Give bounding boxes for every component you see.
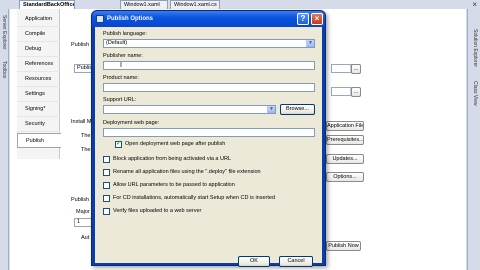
major-version-value: 1 [77, 219, 81, 225]
deployment-page-input[interactable] [103, 128, 315, 137]
cd-autostart-label: For CD installations, automatically star… [113, 195, 276, 201]
publisher-name-input[interactable] [103, 61, 315, 70]
allow-url-params-checkbox[interactable] [103, 182, 110, 189]
nav-item-application[interactable]: Application [17, 12, 60, 27]
prerequisites-button[interactable]: Prerequisites... [326, 135, 364, 145]
nav-item-resources[interactable]: Resources [17, 72, 60, 87]
open-page-checkbox-row[interactable]: ✓ Open deployment web page after publish [115, 141, 305, 149]
radio-offline-label[interactable]: The [81, 147, 90, 153]
support-url-combo[interactable]: ▼ [103, 105, 276, 114]
cancel-button[interactable]: Cancel [279, 256, 313, 267]
verify-upload-checkbox-row[interactable]: Verify files uploaded to a web server [103, 208, 313, 216]
publish-language-select[interactable]: (Default) ▼ [103, 39, 315, 48]
block-url-checkbox-row[interactable]: Block application from being activated v… [103, 156, 313, 164]
rename-deploy-checkbox-row[interactable]: Rename all application files using the "… [103, 169, 313, 177]
ok-button[interactable]: OK [238, 256, 270, 267]
toolbox-tab[interactable]: Toolbox [1, 61, 7, 78]
right-tool-rail: Solution Explorer Class View [467, 9, 480, 270]
rename-deploy-label: Rename all application files using the "… [113, 169, 261, 175]
doc-tab-standard-backoffice[interactable]: StandardBackOffice_CS [19, 0, 75, 9]
deployment-page-label: Deployment web page: [103, 120, 160, 126]
window-app-icon [96, 15, 104, 23]
close-button[interactable]: × [311, 13, 323, 25]
nav-item-signing[interactable]: Signing* [17, 102, 60, 117]
auto-increment-label[interactable]: Aut [81, 235, 89, 241]
open-page-label: Open deployment web page after publish [125, 141, 226, 147]
document-tab-strip: StandardBackOffice_CS Window1.xaml Windo… [0, 0, 480, 9]
support-url-label: Support URL: [103, 97, 137, 103]
verify-upload-checkbox[interactable] [103, 208, 110, 215]
solution-explorer-tab[interactable]: Solution Explorer [472, 29, 478, 67]
nav-item-debug[interactable]: Debug [17, 42, 60, 57]
updates-button[interactable]: Updates... [326, 154, 364, 164]
doc-tab-window1-xaml[interactable]: Window1.xaml [120, 0, 168, 9]
dialog-title: Publish Options [107, 16, 153, 22]
application-files-button[interactable]: Application Files... [326, 121, 364, 131]
server-explorer-tab[interactable]: Server Explorer [1, 15, 7, 50]
open-page-checkbox[interactable]: ✓ [115, 141, 122, 148]
rename-deploy-checkbox[interactable] [103, 169, 110, 176]
radio-online-label[interactable]: The [81, 133, 90, 139]
publish-location-input[interactable]: Publish [74, 64, 95, 73]
product-name-label: Product name: [103, 75, 139, 81]
cd-autostart-checkbox-row[interactable]: For CD installations, automatically star… [103, 195, 313, 203]
block-url-label: Block application from being activated v… [113, 156, 232, 162]
install-mode-label: Install M [71, 119, 92, 125]
left-tool-rail: Server Explorer Toolbox [0, 9, 9, 270]
verify-upload-label: Verify files uploaded to a web server [113, 208, 202, 214]
chevron-down-icon: ▼ [306, 40, 314, 47]
dialog-body: Publish language: (Default) ▼ Publisher … [95, 27, 322, 267]
publish-options-dialog: Publish Options ? × Publish language: (D… [91, 10, 326, 267]
publish-language-value: (Default) [106, 40, 128, 46]
block-url-checkbox[interactable] [103, 156, 110, 163]
allow-url-params-label: Allow URL parameters to be passed to app… [113, 182, 235, 188]
help-button[interactable]: ? [297, 13, 309, 25]
publisher-name-label: Publisher name: [103, 53, 143, 59]
nav-item-settings[interactable]: Settings [17, 87, 60, 102]
text-cursor-icon: I [120, 62, 122, 69]
major-label: Major [76, 209, 90, 215]
browse-url-button[interactable]: ... [351, 87, 361, 97]
dialog-titlebar[interactable]: Publish Options ? × [92, 11, 325, 27]
properties-nav: Application Compile Debug References Res… [17, 9, 61, 159]
browse-location-button[interactable]: ... [351, 64, 361, 74]
close-document-icon[interactable]: × [472, 0, 477, 9]
publish-version-label: Publish [71, 197, 90, 203]
class-view-tab[interactable]: Class View [472, 81, 478, 106]
publish-location-label: Publish [71, 42, 90, 48]
nav-item-references[interactable]: References [17, 57, 60, 72]
cd-autostart-checkbox[interactable] [103, 195, 110, 202]
help-icon: ? [300, 14, 306, 23]
nav-item-compile[interactable]: Compile [17, 27, 60, 42]
doc-tab-window1-xaml-cs[interactable]: Window1.xaml.cs [170, 0, 220, 9]
chevron-down-icon: ▼ [267, 106, 275, 113]
publish-language-label: Publish language: [103, 31, 147, 37]
close-icon: × [314, 14, 320, 23]
allow-url-params-checkbox-row[interactable]: Allow URL parameters to be passed to app… [103, 182, 313, 190]
options-button[interactable]: Options... [326, 172, 364, 182]
publish-now-button[interactable]: Publish Now [326, 241, 361, 251]
browse-button[interactable]: Browse... [280, 104, 315, 115]
major-version-input[interactable]: 1 [74, 218, 92, 227]
nav-item-publish[interactable]: Publish [17, 133, 61, 148]
product-name-input[interactable] [103, 83, 315, 92]
nav-item-security[interactable]: Security [17, 117, 60, 132]
